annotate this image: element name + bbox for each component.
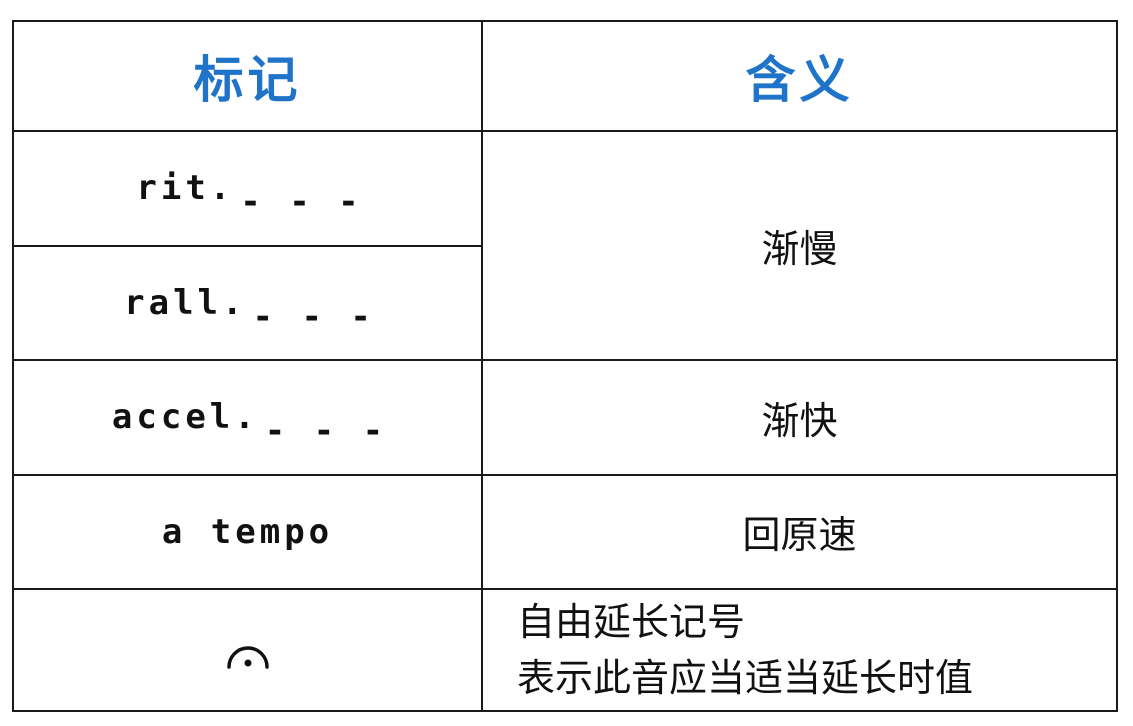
mark-cell-a-tempo: a tempo — [12, 473, 483, 590]
mark-text: rit. — [136, 168, 235, 209]
tempo-markings-table: 标记 含义 rit. - - - 渐慢 rall. - - - accel. - - … — [12, 20, 1118, 712]
mark-dashes: - - - — [240, 182, 359, 223]
mark-dashes: - - - — [264, 411, 384, 452]
mark-text: a tempo — [161, 511, 334, 552]
header-meaning: 含义 — [481, 20, 1118, 132]
table-row: accel. - - - 渐快 — [12, 359, 1118, 476]
mark-cell-accel: accel. - - - — [12, 359, 483, 476]
meaning-cell-tempo: 回原速 — [481, 473, 1118, 590]
fermata-meaning-line1: 自由延长记号 — [517, 600, 746, 644]
table-header-row: 标记 含义 — [12, 20, 1118, 132]
table: 标记 含义 rit. - - - 渐慢 rall. - - - accel. - - … — [12, 20, 1118, 712]
mark-text: accel. — [111, 397, 259, 438]
fermata-icon — [226, 646, 269, 669]
table-row: a tempo 回原速 — [12, 473, 1118, 590]
mark-dashes: - - - — [252, 296, 371, 337]
mark-text: rall. — [124, 282, 247, 323]
mark-cell-rall: rall. - - - — [12, 244, 483, 361]
table-row: 自由延长记号 表示此音应当适当延长时值 — [12, 588, 1118, 712]
mark-cell-fermata — [12, 588, 483, 712]
meaning-cell-slow: 渐慢 — [481, 130, 1118, 361]
meaning-cell-fermata: 自由延长记号 表示此音应当适当延长时值 — [481, 588, 1118, 712]
meaning-cell-fast: 渐快 — [481, 359, 1118, 476]
header-marking: 标记 — [12, 20, 483, 132]
fermata-meaning-line2: 表示此音应当适当延长时值 — [517, 656, 974, 700]
table-row: rit. - - - 渐慢 — [12, 130, 1118, 361]
mark-cell-rit: rit. - - - — [12, 130, 483, 247]
